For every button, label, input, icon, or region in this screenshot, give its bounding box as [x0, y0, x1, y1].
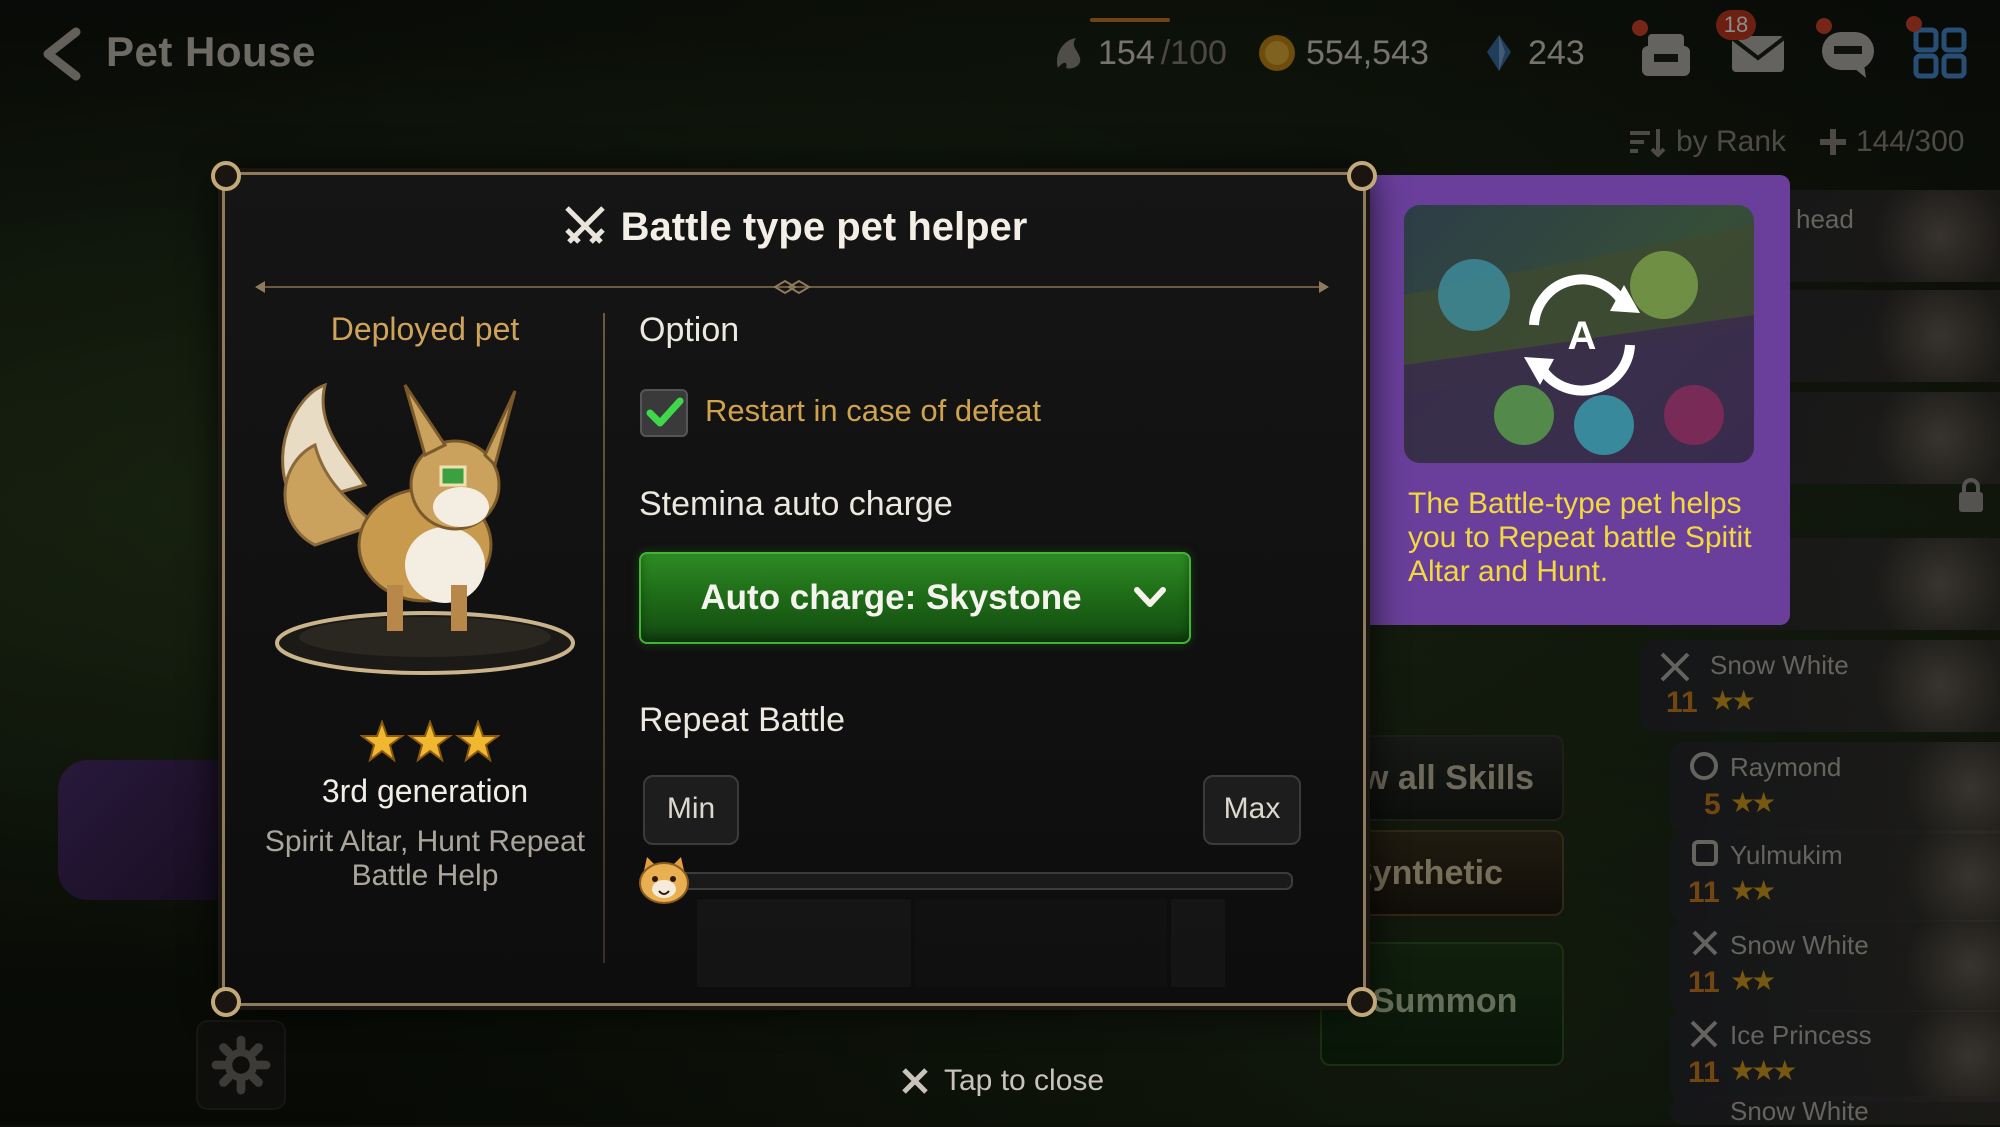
checkmark-icon [646, 397, 684, 427]
fox-pet-illustration [275, 382, 575, 675]
column-divider [603, 313, 605, 963]
dialog-title: Battle type pet helper [225, 205, 1363, 250]
cat-face-slider-handle-icon[interactable] [637, 855, 691, 905]
slider-shade [697, 899, 911, 987]
info-card-text: The Battle-type pet helps you to Repeat … [1408, 487, 1752, 588]
corner-ornament [1347, 987, 1377, 1017]
crossed-swords-icon [564, 206, 605, 245]
title-divider [255, 279, 1329, 295]
auto-charge-value: Auto charge: Skystone [700, 578, 1082, 617]
svg-text:A: A [1568, 314, 1597, 358]
deployed-pet-label: Deployed pet [330, 311, 520, 347]
tap-to-close[interactable]: Tap to close [900, 1064, 1104, 1098]
repeat-battle-slider[interactable] [655, 872, 1293, 890]
pet-info-card: A The Battle-type pet helps you to Repea… [1360, 175, 1790, 625]
restart-label[interactable]: Restart in case of defeat [705, 393, 1041, 429]
slider-shade [1171, 899, 1225, 987]
auto-charge-dropdown[interactable]: Auto charge: Skystone [639, 552, 1191, 644]
option-label: Option [639, 311, 740, 349]
close-icon [902, 1068, 928, 1094]
restart-checkbox[interactable] [640, 389, 688, 437]
corner-ornament [211, 161, 241, 191]
dialog-title-text: Battle type pet helper [620, 205, 1028, 249]
corner-ornament [211, 987, 241, 1017]
stamina-charge-label: Stemina auto charge [639, 485, 953, 523]
max-button[interactable]: Max [1203, 775, 1301, 845]
generation-stars [360, 720, 500, 763]
repeat-battle-label: Repeat Battle [639, 701, 846, 739]
min-button[interactable]: Min [643, 775, 739, 845]
chevron-down-icon [1134, 587, 1166, 607]
corner-ornament [1347, 161, 1377, 191]
slider-shade [915, 899, 1167, 987]
repeat-battle-art: A [1404, 225, 1754, 463]
generation-label: 3rd generation [321, 773, 529, 809]
repeat-battle-illustration: A [1404, 205, 1754, 463]
tap-to-close-label: Tap to close [944, 1064, 1105, 1097]
pet-helper-dialog: Battle type pet helper Deployed pet 3rd … [211, 161, 1377, 1017]
pet-description: Spirit Altar, Hunt Repeat Battle Help [264, 825, 586, 892]
